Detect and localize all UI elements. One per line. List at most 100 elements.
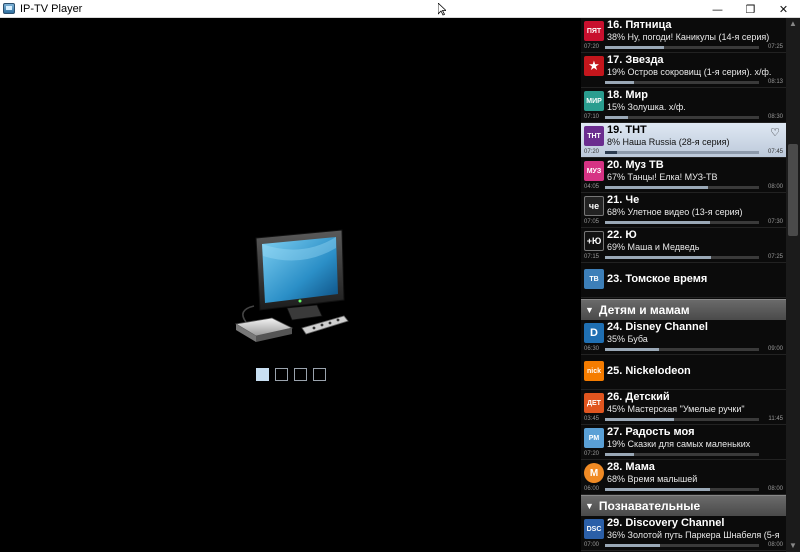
program-end-time: 09:00 (767, 346, 783, 352)
program-end-time: 07:30 (767, 219, 783, 225)
scroll-down-arrow-icon[interactable]: ▼ (786, 540, 800, 552)
channel-item[interactable]: nick 25. Nickelodeon (581, 355, 786, 390)
channel-name: 25. Nickelodeon (607, 365, 691, 377)
channel-logo-icon: М (584, 463, 604, 483)
program-end-time: 07:25 (767, 44, 783, 50)
group-label: Познавательные (598, 499, 701, 513)
channel-item[interactable]: МИР 18. Мир 15% Золушка. х/ф. 07:10 08:3… (581, 88, 786, 123)
current-program: 36% Золотой путь Паркера Шнабеля (5-я (607, 530, 780, 540)
program-start-time: 07:20 (584, 149, 600, 155)
group-header-educational[interactable]: ▼ Познавательные (581, 495, 786, 516)
program-end-time: 07:25 (767, 254, 783, 260)
program-progress-bar (605, 453, 759, 456)
program-start-time: 07:20 (584, 44, 600, 50)
maximize-button[interactable]: ❐ (734, 0, 767, 18)
program-start-time: 07:05 (584, 219, 600, 225)
loader-step (294, 368, 307, 381)
channel-item[interactable]: РМ 27. Радость моя 19% Сказки для самых … (581, 425, 786, 460)
progress-fill (605, 488, 710, 491)
channel-name: 18. Мир (607, 89, 648, 101)
progress-fill (605, 221, 710, 224)
loader-step (256, 368, 269, 381)
group-header-kids[interactable]: ▼ Детям и мамам (581, 299, 786, 320)
channel-list-scrollbar[interactable]: ▲ ▼ (786, 18, 800, 552)
progress-fill (605, 46, 664, 49)
tv-set-icon (234, 229, 349, 342)
channel-name: 20. Муз ТВ (607, 159, 664, 171)
current-program: 67% Танцы! Елка! МУЗ-ТВ (607, 172, 718, 182)
current-program: 35% Буба (607, 334, 648, 344)
program-progress-bar (605, 81, 759, 84)
program-start-time: 06:30 (584, 346, 600, 352)
channel-logo-icon: ★ (584, 56, 604, 76)
program-progress-bar (605, 418, 759, 421)
program-start-time: 07:15 (584, 254, 600, 260)
current-program: 15% Золушка. х/ф. (607, 102, 686, 112)
loader-step (275, 368, 288, 381)
progress-fill (605, 453, 635, 456)
channel-logo-icon: DSC (584, 519, 604, 539)
channel-item[interactable]: че 21. Че 68% Улетное видео (13-я серия)… (581, 193, 786, 228)
minimize-button[interactable]: — (701, 0, 734, 18)
channel-item[interactable]: ТВ 23. Томское время (581, 263, 786, 298)
program-start-time: 06:00 (584, 486, 600, 492)
program-end-time: 08:00 (767, 184, 783, 190)
program-progress-bar (605, 348, 759, 351)
app-tv-icon (3, 3, 15, 14)
channel-logo-icon: ПЯТ (584, 21, 604, 41)
program-start-time: 07:10 (584, 114, 600, 120)
program-progress-bar (605, 544, 759, 547)
channel-item[interactable]: ДЕТ 26. Детский 45% Мастерская "Умелые р… (581, 390, 786, 425)
group-label: Детям и мамам (598, 303, 690, 317)
channel-name: 23. Томское время (607, 273, 708, 285)
channel-logo-icon: +Ю (584, 231, 604, 251)
channel-list[interactable]: ПЯТ 16. Пятница 38% Ну, погоди! Каникулы… (581, 18, 786, 552)
program-start-time: 07:00 (584, 542, 600, 548)
collapse-triangle-icon[interactable]: ▼ (585, 501, 594, 511)
program-start-time: 07:20 (584, 451, 600, 457)
channel-name: 27. Радость моя (607, 426, 695, 438)
channel-item[interactable]: ★ 17. Звезда 19% Остров сокровищ (1-я се… (581, 53, 786, 88)
progress-fill (605, 256, 712, 259)
channel-name: 21. Че (607, 194, 640, 206)
title-bar: IP-TV Player — ❐ ✕ (0, 0, 800, 18)
channel-item[interactable]: М 28. Мама 68% Время малышей 06:00 08:00 (581, 460, 786, 495)
current-program: 38% Ну, погоди! Каникулы (14-я серия) (607, 32, 770, 42)
channel-name: 24. Disney Channel (607, 321, 708, 333)
progress-fill (605, 116, 629, 119)
channel-logo-icon: МИР (584, 91, 604, 111)
collapse-triangle-icon[interactable]: ▼ (585, 305, 594, 315)
channel-logo-icon: ТВ (584, 269, 604, 289)
window-title: IP-TV Player (20, 2, 83, 15)
channel-item[interactable]: +Ю 22. Ю 69% Маша и Медведь 07:15 07:25 (581, 228, 786, 263)
program-progress-bar (605, 221, 759, 224)
channel-logo-icon: РМ (584, 428, 604, 448)
channel-item[interactable]: МУЗ 20. Муз ТВ 67% Танцы! Елка! МУЗ-ТВ 0… (581, 158, 786, 193)
channel-item[interactable]: DSC 29. Discovery Channel 36% Золотой пу… (581, 516, 786, 551)
scroll-up-arrow-icon[interactable]: ▲ (786, 18, 800, 30)
favorite-heart-icon[interactable]: ♡ (770, 126, 780, 139)
program-end-time: 08:00 (767, 542, 783, 548)
progress-fill (605, 418, 675, 421)
program-progress-bar (605, 186, 759, 189)
channel-logo-icon: МУЗ (584, 161, 604, 181)
channel-name: 17. Звезда (607, 54, 664, 66)
progress-fill (605, 186, 709, 189)
channel-item[interactable]: ПЯТ 16. Пятница 38% Ну, погоди! Каникулы… (581, 18, 786, 53)
loader-step (313, 368, 326, 381)
current-program: 8% Наша Russia (28-я серия) (607, 137, 730, 147)
channel-item-selected[interactable]: ТНТ 19. ТНТ 8% Наша Russia (28-я серия) … (581, 123, 786, 158)
scroll-thumb[interactable] (788, 144, 798, 236)
current-program: 19% Сказки для самых маленьких (607, 439, 751, 449)
program-progress-bar (605, 46, 759, 49)
loading-indicator (256, 368, 326, 381)
close-button[interactable]: ✕ (767, 0, 800, 18)
channel-name: 22. Ю (607, 229, 637, 241)
channel-item[interactable]: D 24. Disney Channel 35% Буба 06:30 09:0… (581, 320, 786, 355)
channel-name: 29. Discovery Channel (607, 517, 725, 529)
progress-fill (605, 81, 635, 84)
current-program: 68% Улетное видео (13-я серия) (607, 207, 743, 217)
program-progress-bar (605, 256, 759, 259)
window-controls: — ❐ ✕ (701, 0, 800, 18)
program-progress-bar (605, 488, 759, 491)
